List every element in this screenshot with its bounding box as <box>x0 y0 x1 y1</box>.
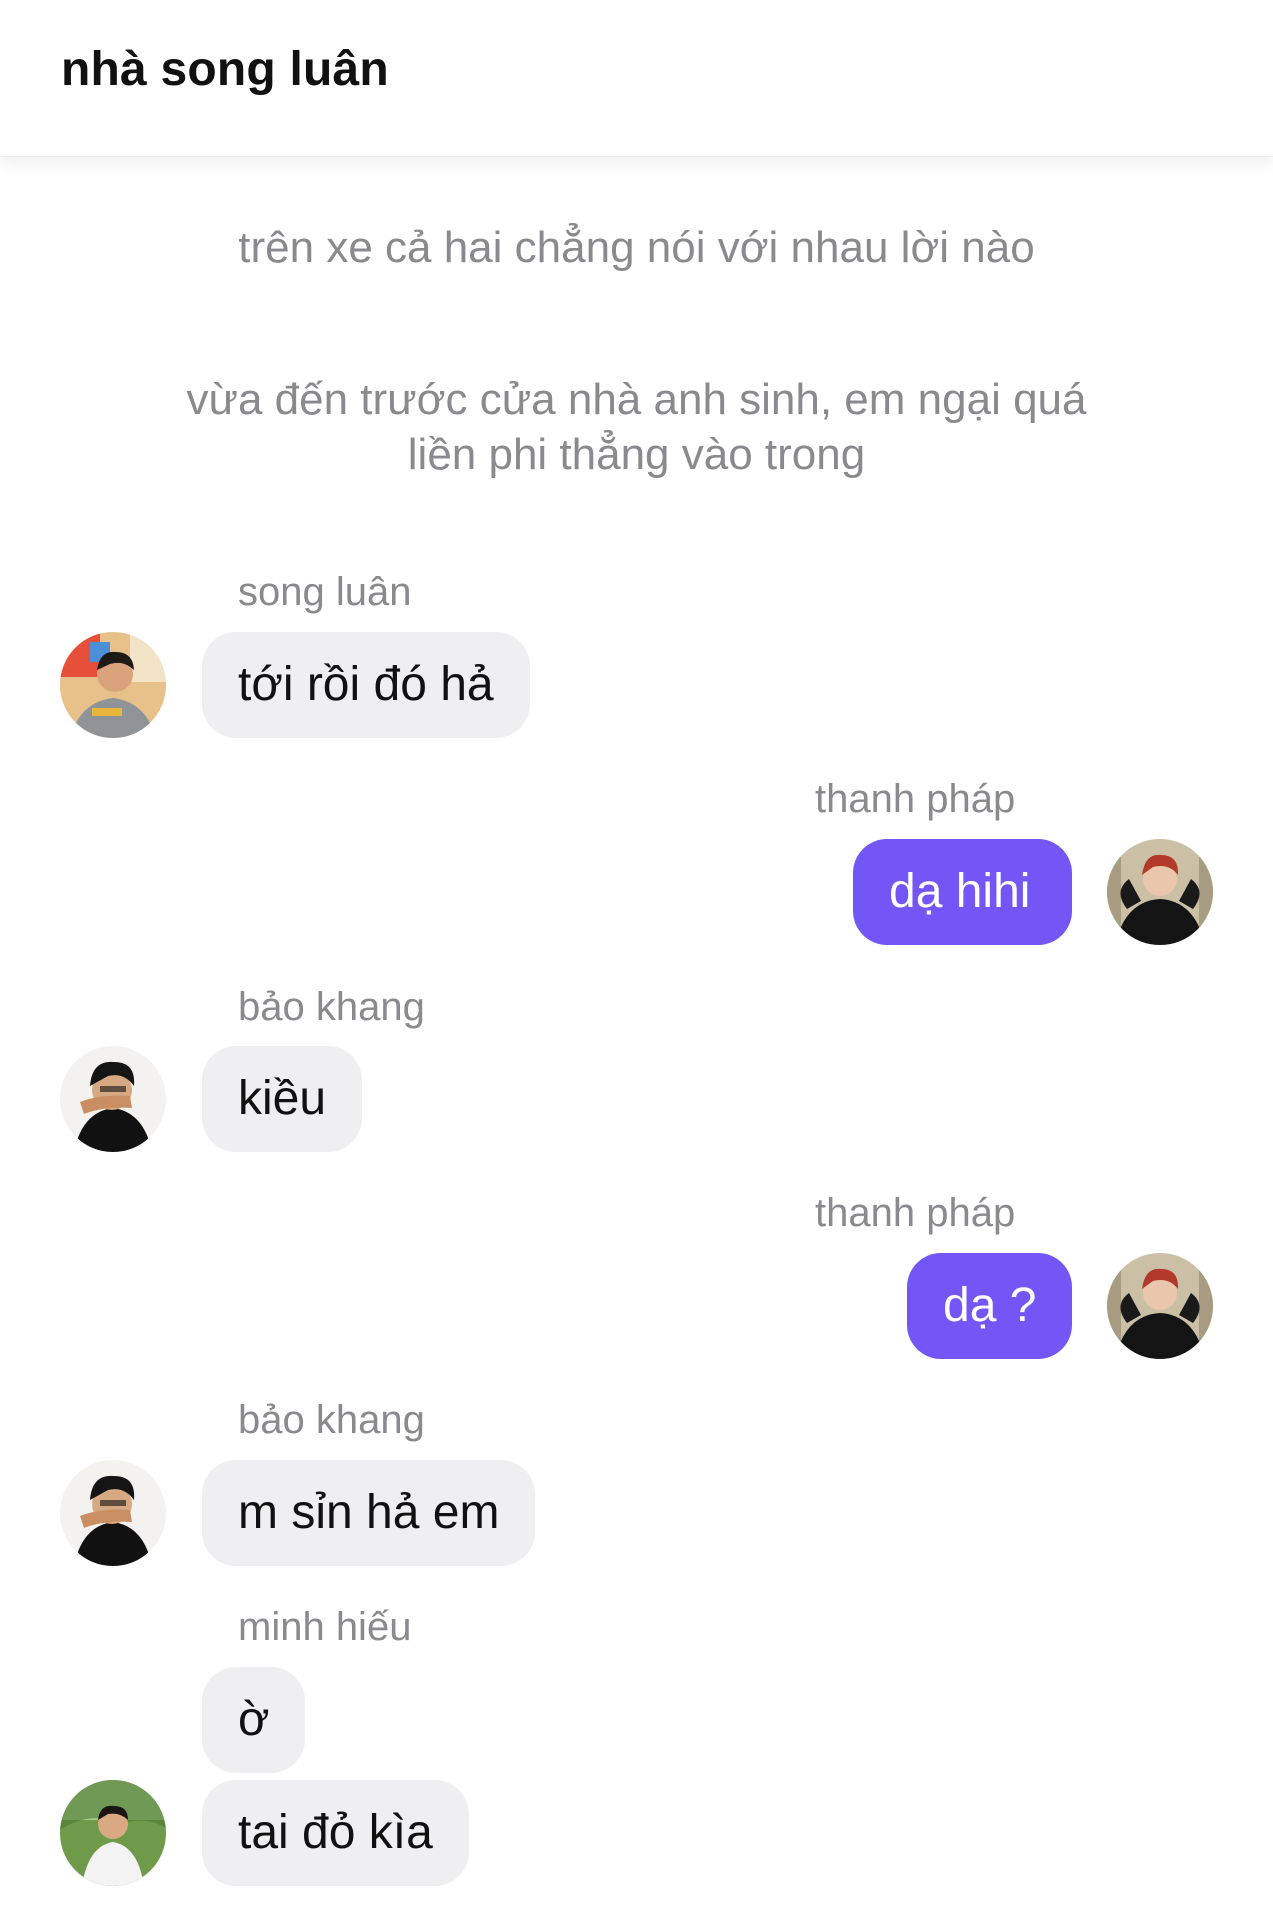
sender-name: thanh pháp <box>815 777 1016 821</box>
narration-line: liền phi thẳng vào trong <box>407 430 866 479</box>
sender-name: bảo khang <box>238 1398 425 1442</box>
sender-name: song luân <box>238 570 412 614</box>
chat-header: nhà song luân <box>0 0 1273 157</box>
chat-title[interactable]: nhà song luân <box>61 42 389 97</box>
message-bubble[interactable]: kiều <box>202 1046 363 1152</box>
song-luan-avatar[interactable] <box>60 632 166 738</box>
narration-line: vừa đến trước cửa nhà anh sinh, em ngại … <box>186 375 1087 424</box>
message-bubble[interactable]: tới rồi đó hả <box>202 632 530 738</box>
bao-khang-avatar[interactable] <box>60 1046 166 1152</box>
bao-khang-avatar[interactable] <box>60 1460 166 1566</box>
narration-line: trên xe cả hai chẳng nói với nhau lời nà… <box>238 223 1035 272</box>
minh-hieu-avatar[interactable] <box>60 1780 166 1886</box>
message-bubble[interactable]: dạ ? <box>907 1253 1072 1359</box>
message-bubble[interactable]: dạ hihi <box>853 839 1072 945</box>
message-bubble[interactable]: tai đỏ kìa <box>202 1780 469 1886</box>
thanh-phap-avatar[interactable] <box>1107 1253 1213 1359</box>
thanh-phap-avatar[interactable] <box>1107 839 1213 945</box>
message-bubble[interactable]: ờ <box>202 1667 306 1773</box>
message-bubble[interactable]: m sỉn hả em <box>202 1460 536 1566</box>
sender-name: bảo khang <box>238 985 425 1029</box>
sender-name: minh hiếu <box>238 1605 412 1649</box>
sender-name: thanh pháp <box>815 1191 1016 1235</box>
